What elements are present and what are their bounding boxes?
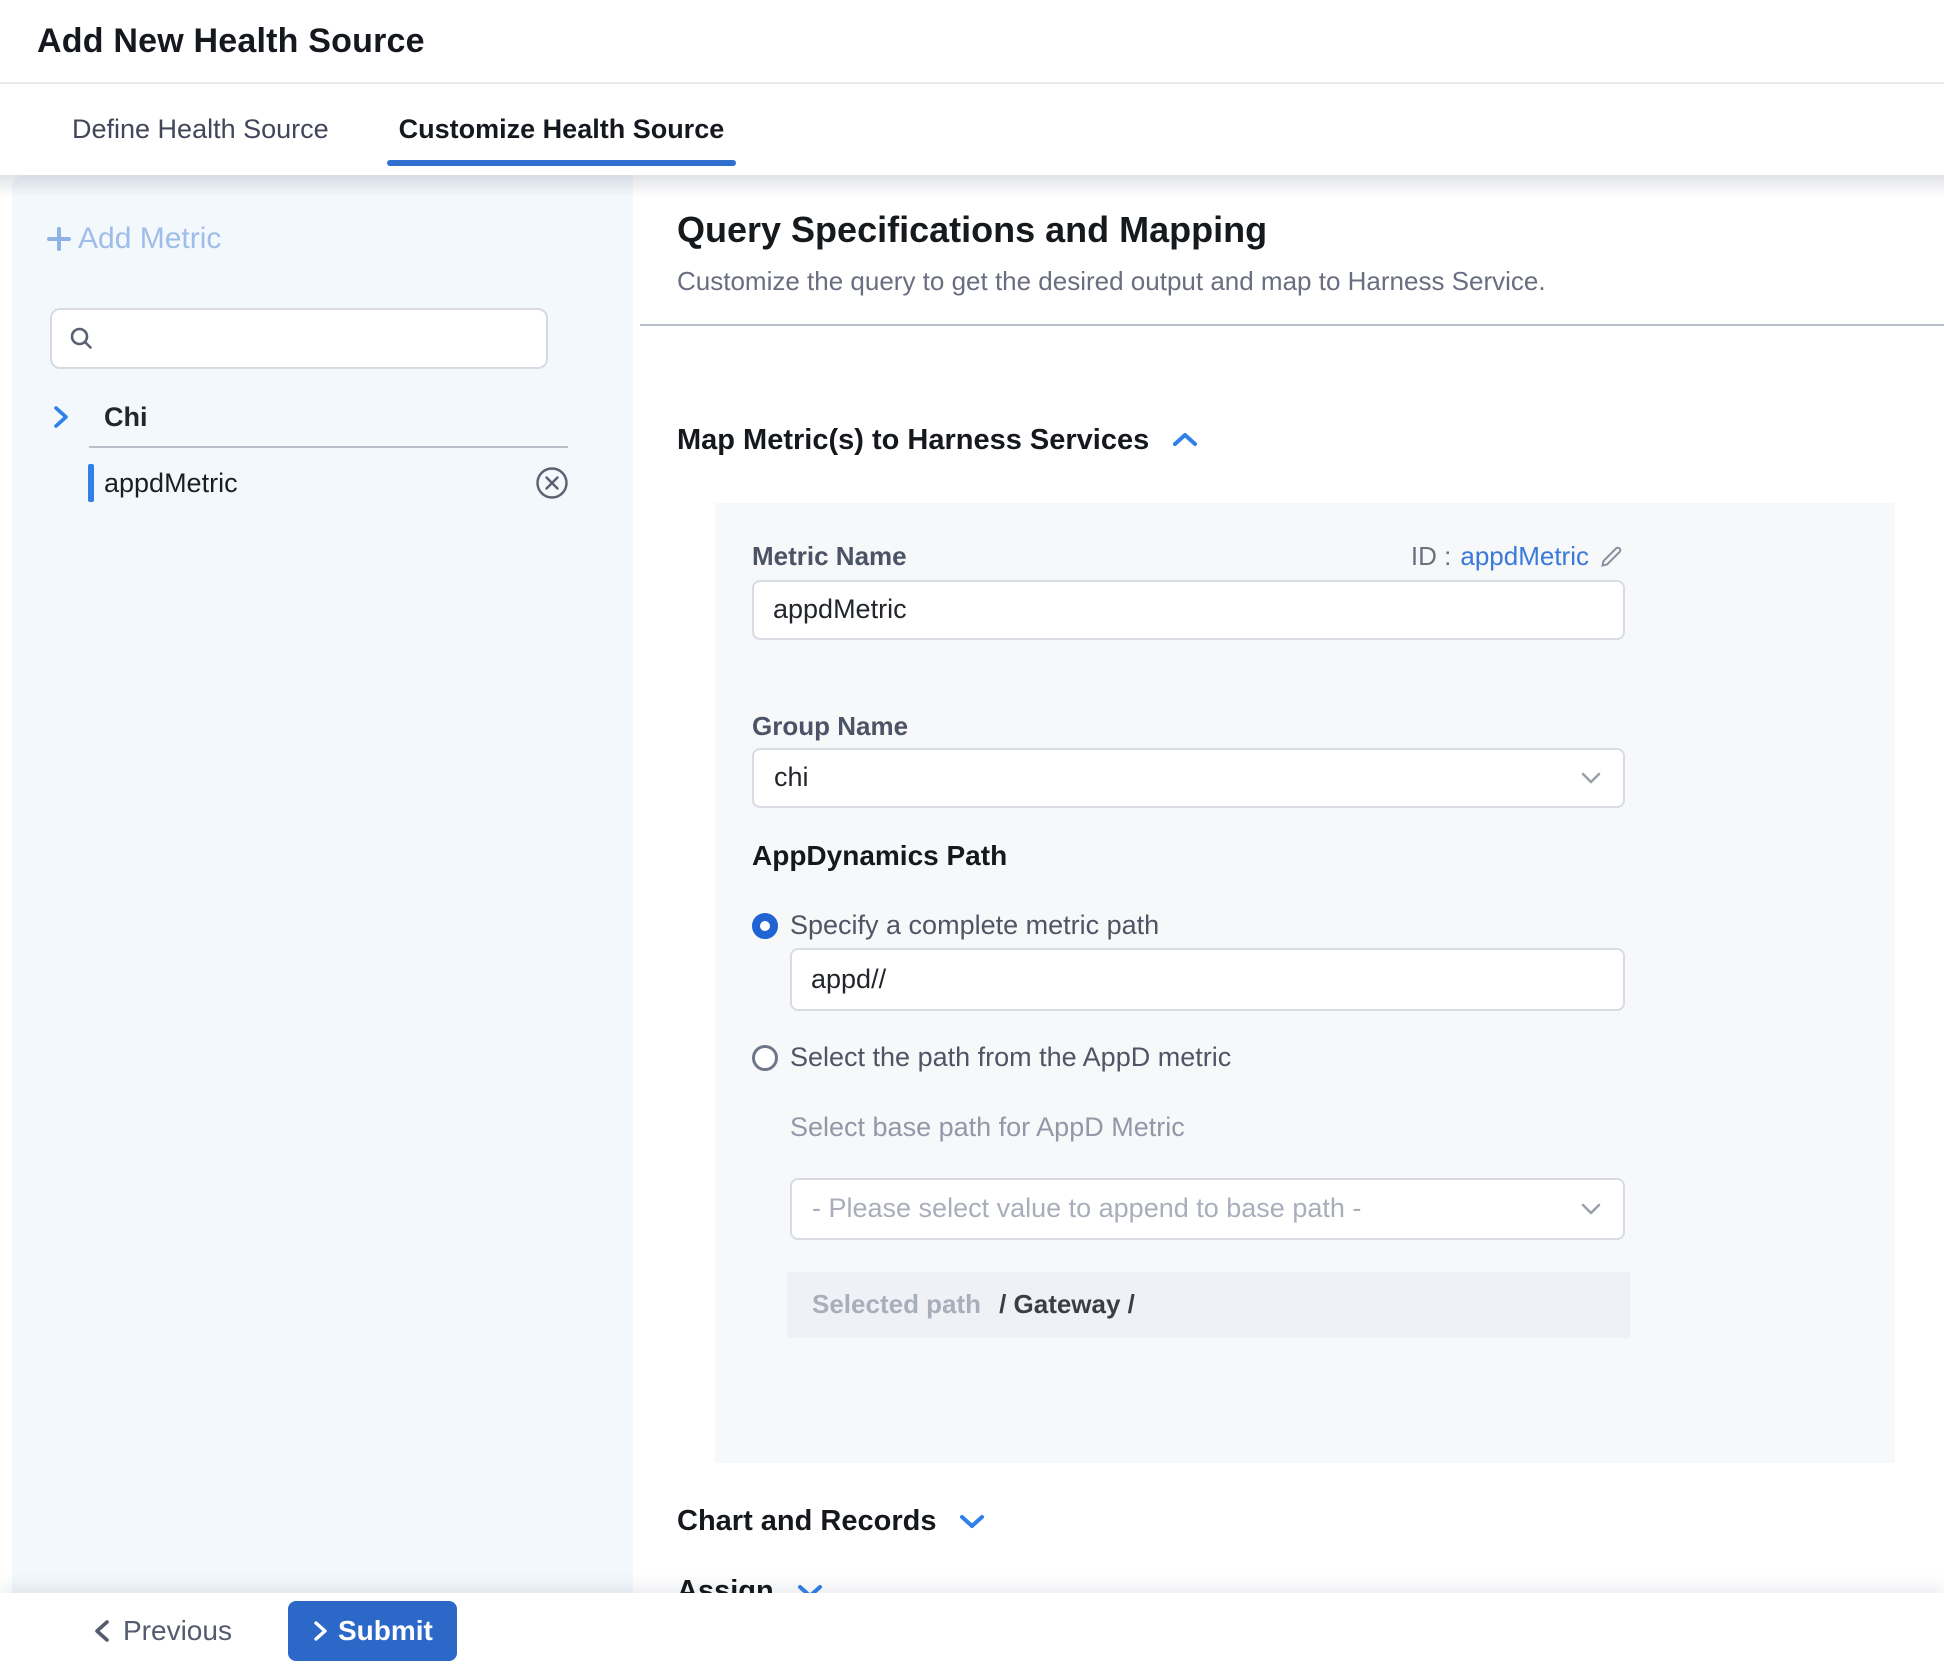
tab-define-health-source[interactable]: Define Health Source xyxy=(60,84,341,175)
group-name-select[interactable]: chi xyxy=(752,748,1625,808)
radio-unselected-icon[interactable] xyxy=(752,1045,778,1071)
add-metric-button[interactable]: Add Metric xyxy=(45,222,221,256)
chart-records-section-header[interactable]: Chart and Records xyxy=(677,1505,1944,1538)
metric-name-row: Metric Name ID : appdMetric xyxy=(752,542,1625,572)
chevron-right-icon xyxy=(312,1619,328,1643)
base-path-label: Select base path for AppD Metric xyxy=(790,1112,1895,1140)
chevron-down-icon xyxy=(958,1510,986,1532)
metric-item-label: appdMetric xyxy=(104,468,238,499)
metric-name-label: Metric Name xyxy=(752,541,907,572)
add-health-source-dialog: Add New Health Source Define Health Sour… xyxy=(0,0,1944,1668)
base-path-select[interactable]: - Please select value to append to base … xyxy=(790,1178,1625,1240)
metrics-sidebar: Add Metric Chi appdMetric xyxy=(12,175,633,1593)
add-metric-label: Add Metric xyxy=(78,222,221,256)
radio-specify-label: Specify a complete metric path xyxy=(790,910,1159,941)
metric-search-box xyxy=(50,308,548,369)
selected-metric-indicator xyxy=(88,464,94,502)
metric-name-input[interactable] xyxy=(752,580,1625,640)
appd-path-title: AppDynamics Path xyxy=(752,840,1895,872)
radio-select-appd-path[interactable]: Select the path from the AppD metric xyxy=(752,1044,1895,1072)
selected-path-label: Selected path xyxy=(812,1289,981,1320)
radio-specify-metric-path[interactable]: Specify a complete metric path xyxy=(752,912,1895,940)
map-metrics-title: Map Metric(s) to Harness Services xyxy=(677,424,1149,457)
selected-path-value: / Gateway / xyxy=(999,1289,1135,1320)
remove-metric-button[interactable] xyxy=(534,465,570,501)
radio-selected-icon[interactable] xyxy=(752,913,778,939)
plus-icon xyxy=(45,225,73,253)
map-metrics-section-header[interactable]: Map Metric(s) to Harness Services xyxy=(677,424,1944,457)
chevron-down-icon xyxy=(1579,770,1603,786)
metric-id-block: ID : appdMetric xyxy=(1411,541,1625,572)
section-title: Query Specifications and Mapping xyxy=(677,208,1944,251)
base-path-placeholder: - Please select value to append to base … xyxy=(812,1193,1361,1224)
dialog-footer: Previous Submit xyxy=(0,1593,1944,1668)
chevron-up-icon xyxy=(1171,429,1199,451)
search-icon xyxy=(68,325,95,352)
section-divider xyxy=(640,324,1944,326)
previous-button[interactable]: Previous xyxy=(93,1615,232,1647)
metric-id-prefix: ID : xyxy=(1411,541,1451,572)
tab-define-label: Define Health Source xyxy=(72,114,329,145)
radio-select-label: Select the path from the AppD metric xyxy=(790,1042,1231,1073)
group-divider xyxy=(89,446,568,448)
metric-id-value[interactable]: appdMetric xyxy=(1460,541,1589,572)
query-spec-panel: Query Specifications and Mapping Customi… xyxy=(633,175,1944,1593)
submit-button[interactable]: Submit xyxy=(288,1601,457,1661)
metric-list-item[interactable]: appdMetric xyxy=(88,463,570,503)
active-tab-indicator xyxy=(387,160,737,166)
tab-bar: Define Health Source Customize Health So… xyxy=(0,84,1944,175)
chevron-down-icon xyxy=(1579,1201,1603,1217)
metric-search-input[interactable] xyxy=(107,323,530,354)
chevron-right-icon xyxy=(52,404,70,430)
dialog-body: Add Metric Chi appdMetric xyxy=(0,175,1944,1593)
tab-customize-health-source[interactable]: Customize Health Source xyxy=(387,84,737,175)
map-metrics-form: Metric Name ID : appdMetric Group Name c… xyxy=(715,503,1895,1463)
edit-pencil-icon[interactable] xyxy=(1598,543,1625,570)
chevron-left-icon xyxy=(93,1618,111,1644)
previous-label: Previous xyxy=(123,1615,232,1647)
tab-customize-label: Customize Health Source xyxy=(399,114,725,145)
group-name-label: Group Name xyxy=(752,711,908,742)
metric-path-input[interactable] xyxy=(790,948,1625,1011)
section-subtitle: Customize the query to get the desired o… xyxy=(677,265,1944,298)
metric-group-label: Chi xyxy=(104,402,148,433)
dialog-header: Add New Health Source xyxy=(0,0,1944,84)
selected-path-box: Selected path / Gateway / xyxy=(787,1272,1630,1338)
submit-label: Submit xyxy=(338,1615,433,1647)
group-name-value: chi xyxy=(774,762,809,793)
page-title: Add New Health Source xyxy=(37,22,425,61)
group-name-row: Group Name xyxy=(752,712,1625,742)
metric-group-chi[interactable]: Chi xyxy=(52,402,633,432)
chart-records-title: Chart and Records xyxy=(677,1505,936,1538)
